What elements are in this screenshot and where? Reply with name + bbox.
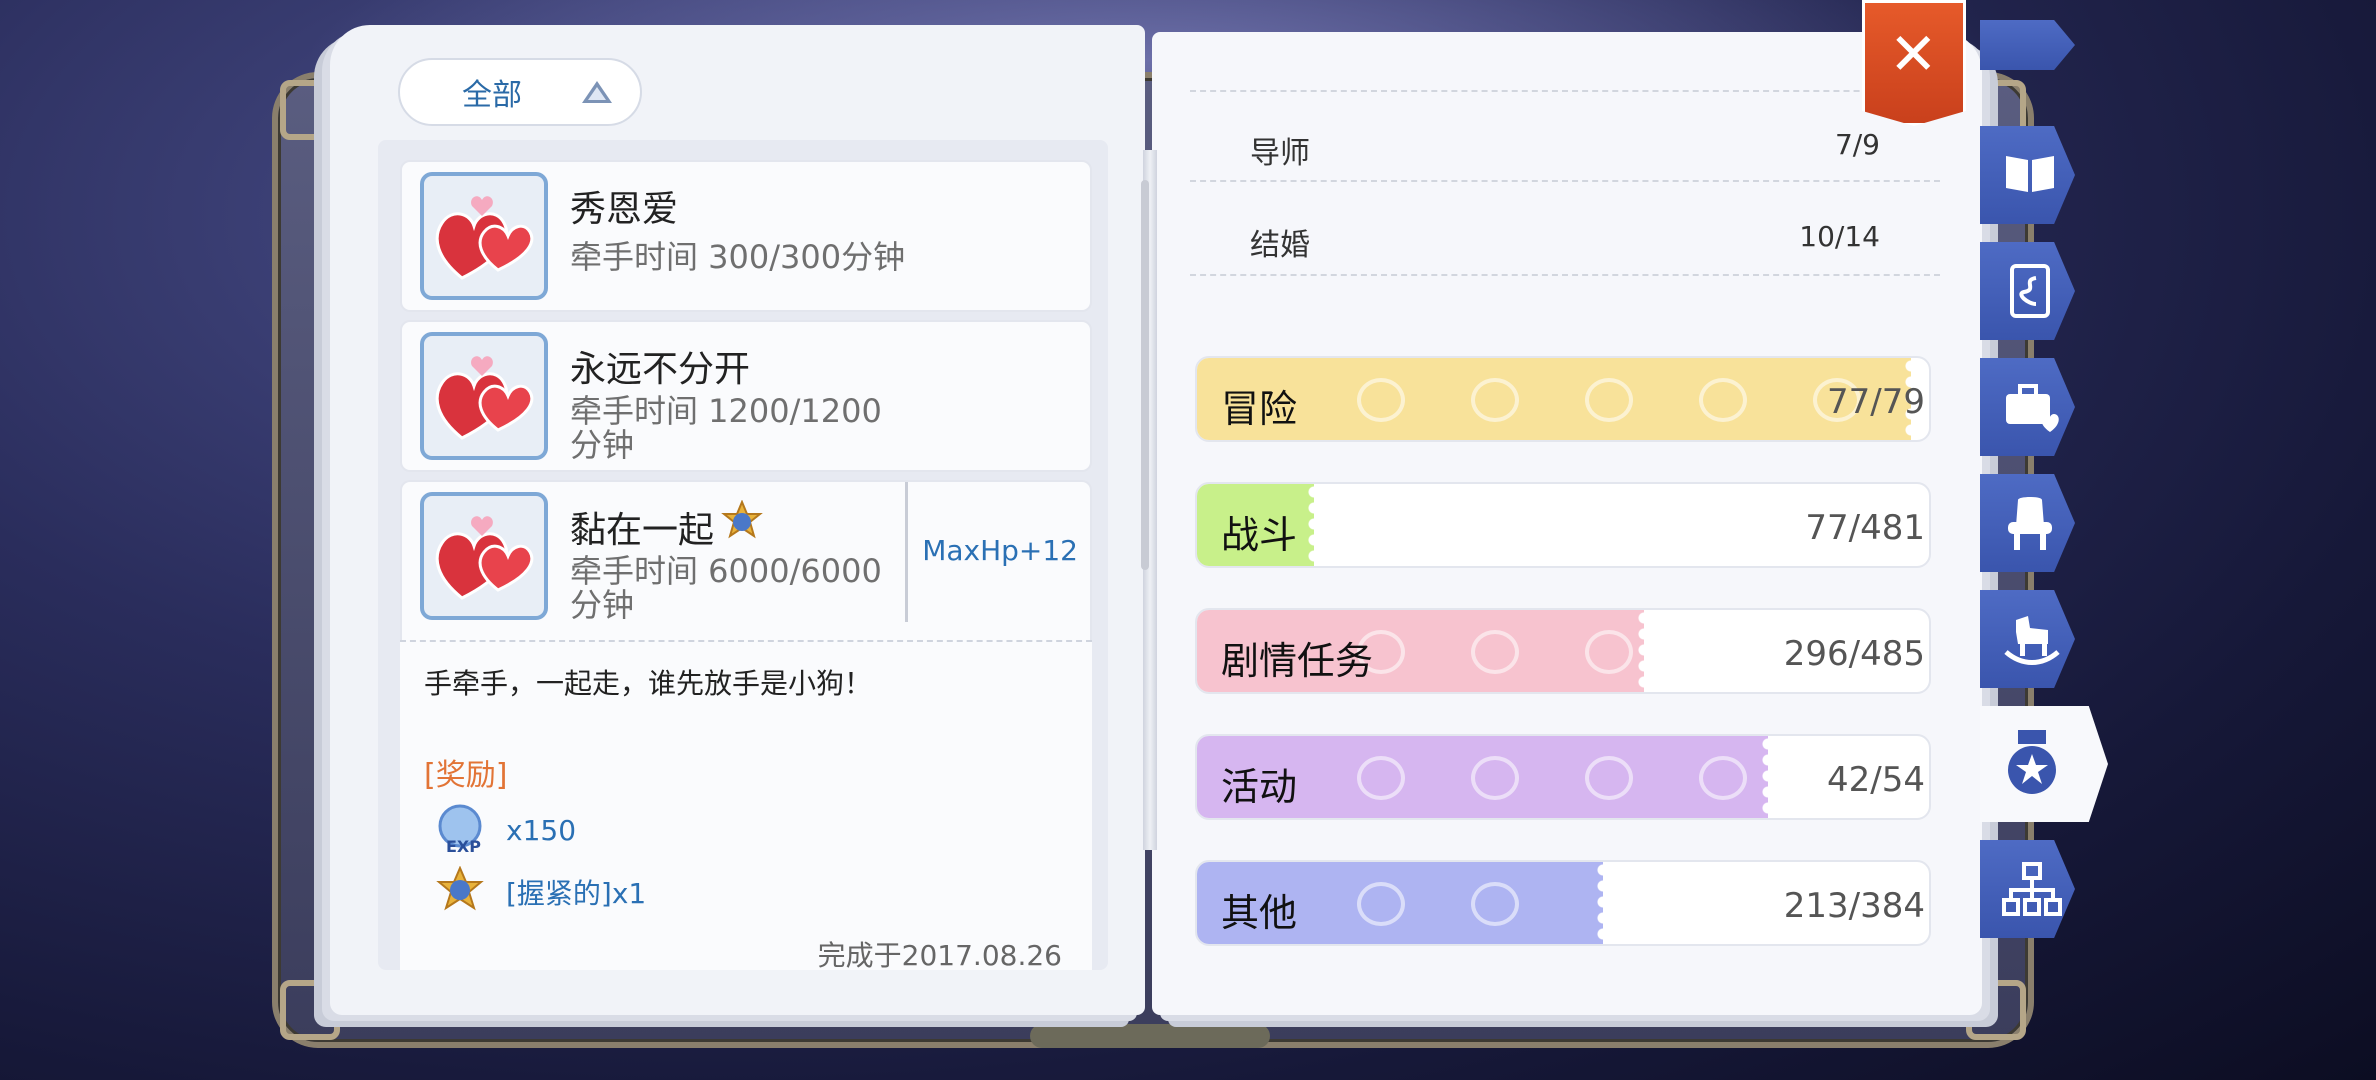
filter-dropdown[interactable]: 全部 <box>398 58 642 126</box>
item-reward: [握紧的]x1 <box>506 877 647 910</box>
tab-achievements[interactable] <box>1980 706 2108 822</box>
subcategory-name: 导师 <box>1250 136 1310 171</box>
achievement-detail: 手牵手，一起走，谁先放手是小狗！ [奖励] EXP x150 [握紧的]x1 完… <box>400 640 1092 970</box>
category-count: 77/481 <box>1805 508 1925 548</box>
hearts-icon <box>420 172 548 300</box>
subcategory-count: 7/9 <box>1834 128 1880 161</box>
subcategory-row[interactable]: 导师 7/9 <box>1190 90 1940 182</box>
paw-decoration <box>1585 756 1633 800</box>
medal-badge-icon <box>436 866 484 911</box>
tab-chair[interactable] <box>1980 474 2075 572</box>
achievement-item-selected[interactable]: 黏在一起 牵手时间 6000/6000分钟 MaxHp+12 <box>400 480 1092 640</box>
scrollbar[interactable] <box>1141 180 1149 570</box>
subcategory-row[interactable]: 结婚 10/14 <box>1190 184 1940 276</box>
achievement-list[interactable]: 秀恩爱 牵手时间 300/300分钟 永远不分开 牵手时间 1200/1200分… <box>378 140 1108 970</box>
tab-hierarchy[interactable] <box>1980 840 2075 938</box>
medal-icon <box>2008 730 2056 794</box>
paw-decoration <box>1357 756 1405 800</box>
card-icon <box>2010 264 2050 318</box>
category-count: 213/384 <box>1783 886 1925 926</box>
category-name: 战斗 <box>1221 513 1298 557</box>
flavor-text: 手牵手，一起走，谁先放手是小狗！ <box>424 667 873 700</box>
paw-decoration <box>1585 378 1633 422</box>
category-adventure[interactable]: 冒险 77/79 <box>1195 356 1931 442</box>
hearts-icon <box>420 492 548 620</box>
paw-decoration <box>1357 882 1405 926</box>
category-event[interactable]: 活动 42/54 <box>1195 734 1931 820</box>
triangle-up-icon <box>582 81 612 103</box>
subcategory-name: 结婚 <box>1250 228 1310 263</box>
rocking-horse-icon <box>2004 616 2060 665</box>
hearts-icon <box>420 332 548 460</box>
achievement-desc: 牵手时间 300/300分钟 <box>570 238 906 276</box>
category-name: 活动 <box>1221 765 1298 809</box>
reward-label: [奖励] <box>424 758 508 793</box>
paw-decoration <box>1471 378 1519 422</box>
tab-toy[interactable] <box>1980 590 2075 688</box>
hierarchy-icon <box>2002 862 2062 916</box>
briefcase-heart-icon <box>2006 384 2059 432</box>
achievement-item[interactable]: 永远不分开 牵手时间 1200/1200分钟 <box>400 320 1092 472</box>
completion-date: 完成于2017.08.26 <box>817 939 1062 970</box>
achievement-title-text: 黏在一起 <box>570 510 715 551</box>
achievement-title: 永远不分开 <box>570 349 751 390</box>
category-count: 42/54 <box>1827 760 1925 800</box>
paw-decoration <box>1357 378 1405 422</box>
category-count: 77/79 <box>1827 382 1925 422</box>
paw-decoration <box>1471 630 1519 674</box>
category-count: 296/485 <box>1783 634 1925 674</box>
category-combat[interactable]: 战斗 77/481 <box>1195 482 1931 568</box>
book-icon <box>2006 156 2054 192</box>
subcategory-count: 10/14 <box>1799 220 1880 253</box>
reward-exp: EXP x150 <box>436 804 576 856</box>
paw-decoration <box>1471 756 1519 800</box>
reward-item[interactable]: [握紧的]x1 <box>436 866 646 918</box>
category-name: 其他 <box>1221 891 1298 935</box>
achievement-desc: 牵手时间 1200/1200分钟 <box>570 392 882 464</box>
close-button[interactable]: ✕ <box>1862 0 1966 126</box>
chair-icon <box>2008 497 2052 550</box>
achievement-desc: 牵手时间 6000/6000分钟 <box>570 552 882 624</box>
achievement-title: 黏在一起 <box>570 500 764 553</box>
filter-label: 全部 <box>462 78 522 113</box>
paw-decoration <box>1585 630 1633 674</box>
tab-book[interactable] <box>1980 126 2075 224</box>
bookmark-ribbon <box>1030 1024 1270 1048</box>
medal-badge-icon <box>721 500 763 539</box>
category-name: 冒险 <box>1221 387 1298 431</box>
achievement-title: 秀恩爱 <box>570 189 679 230</box>
achievement-item[interactable]: 秀恩爱 牵手时间 300/300分钟 <box>400 160 1092 312</box>
paw-decoration <box>1471 882 1519 926</box>
category-other[interactable]: 其他 213/384 <box>1195 860 1931 946</box>
category-name: 剧情任务 <box>1221 639 1374 683</box>
tab-book[interactable] <box>1980 20 2075 70</box>
category-story[interactable]: 剧情任务 296/485 <box>1195 608 1931 694</box>
achievement-reward-stat: MaxHp+12 <box>905 482 1078 622</box>
tab-briefcase[interactable] <box>1980 358 2075 456</box>
svg-text:EXP: EXP <box>446 837 481 856</box>
exp-amount: x150 <box>506 813 577 847</box>
exp-orb-icon: EXP <box>438 804 482 856</box>
close-icon: ✕ <box>1889 20 1938 88</box>
tab-card[interactable] <box>1980 242 2075 340</box>
